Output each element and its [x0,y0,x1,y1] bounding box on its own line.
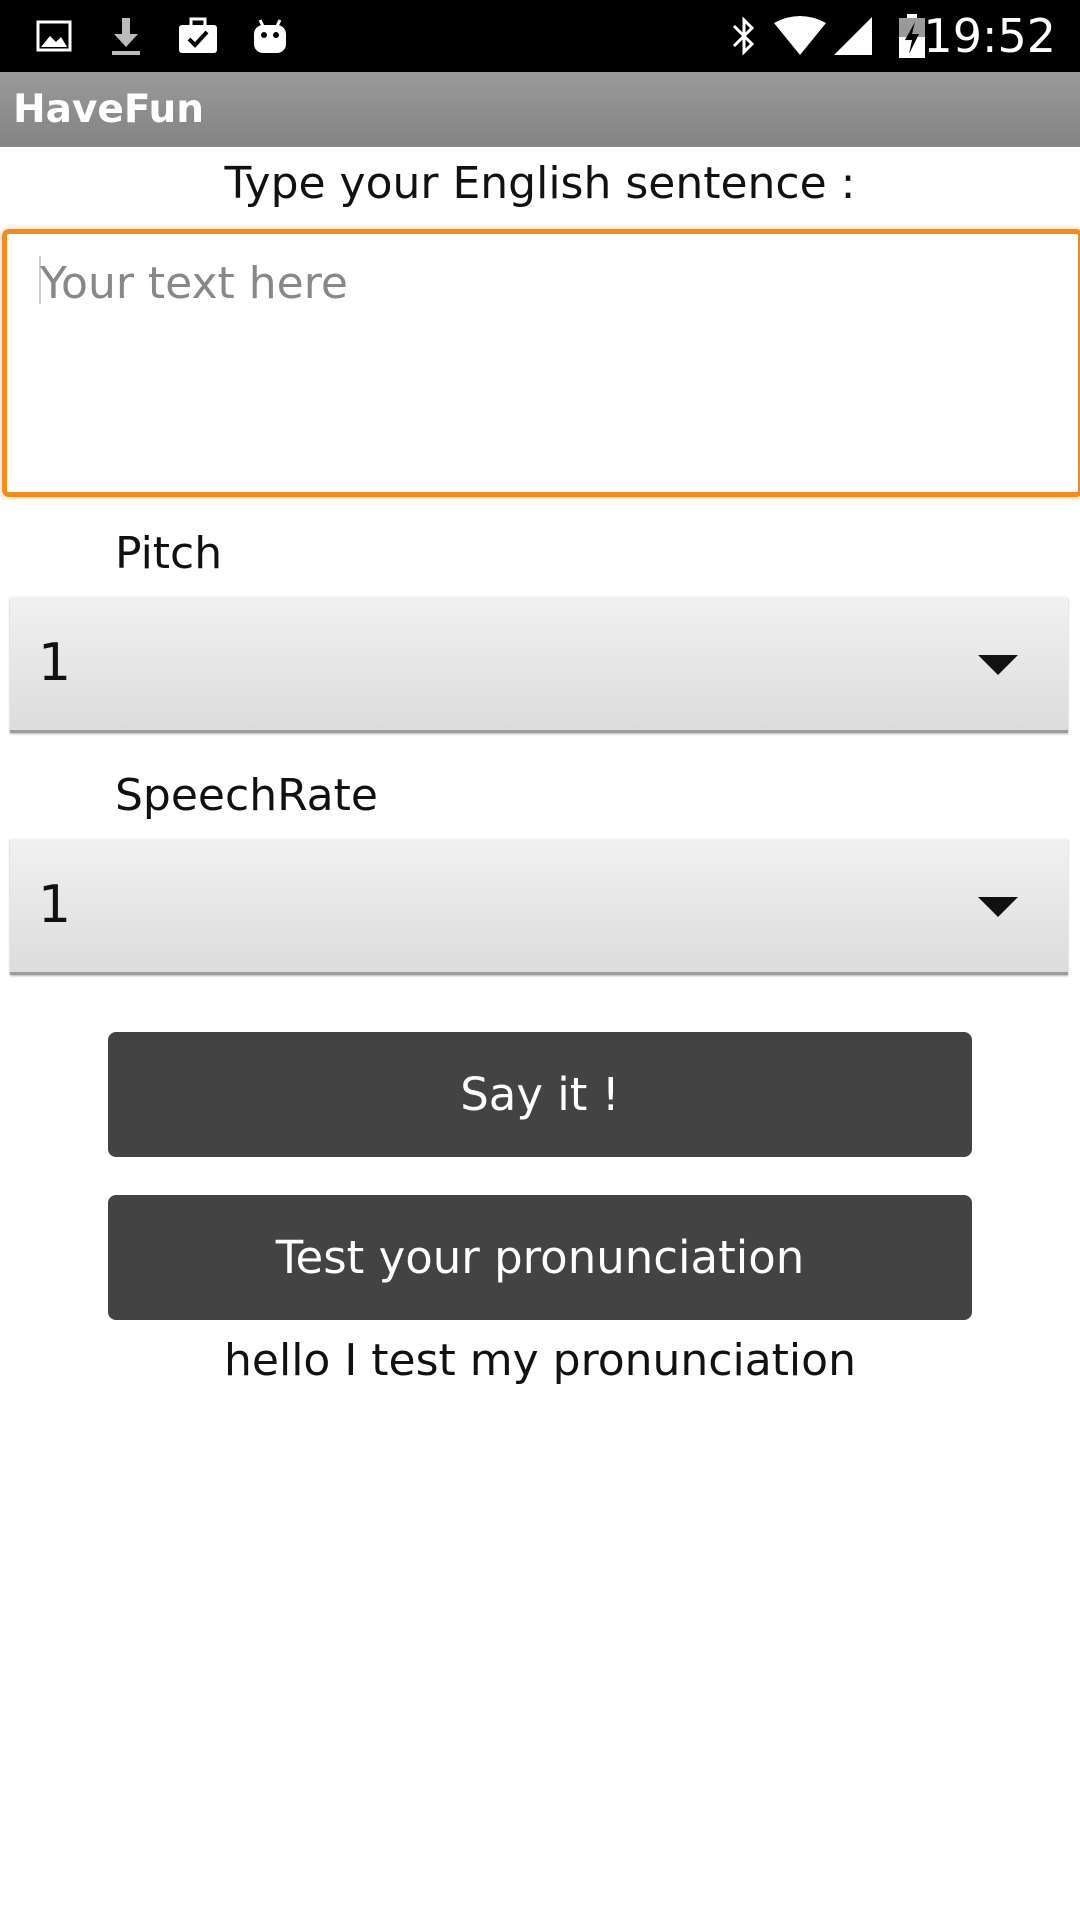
speech-rate-selected-value: 1 [38,875,72,935]
chevron-down-icon [978,897,1018,917]
pitch-selected-value: 1 [38,633,72,693]
pitch-spinner[interactable]: 1 [10,597,1068,733]
recognized-text: hello I test my pronunciation [224,1335,856,1386]
signal-icon [832,0,874,72]
chevron-down-icon [978,655,1018,675]
status-clock: 19:52 [923,9,1056,63]
download-icon [106,0,146,72]
sentence-input[interactable]: Your text here [2,229,1080,497]
status-bar: 19:52 [0,0,1080,72]
prompt-label: Type your English sentence : [224,158,856,209]
action-bar: HaveFun [0,72,1080,147]
pitch-label: Pitch [115,528,223,579]
say-it-button[interactable]: Say it ! [108,1032,972,1157]
speech-rate-spinner[interactable]: 1 [10,839,1068,975]
briefcase-check-icon [176,0,220,72]
android-icon [250,0,290,72]
test-pronunciation-button[interactable]: Test your pronunciation [108,1195,972,1320]
bluetooth-icon [728,0,760,72]
sentence-input-placeholder: Your text here [40,258,348,309]
wifi-icon [772,0,828,72]
speech-rate-label: SpeechRate [115,770,378,821]
app-title: HaveFun [13,87,205,132]
image-icon [34,0,74,72]
